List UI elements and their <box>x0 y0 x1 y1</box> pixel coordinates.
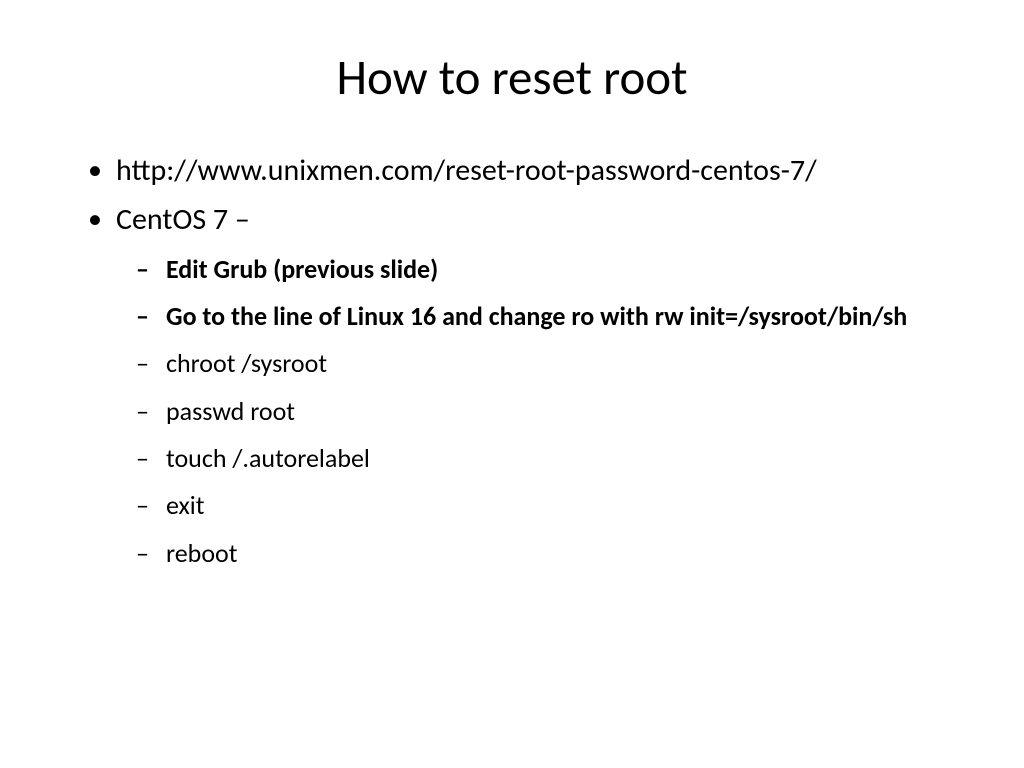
bullet-os: CentOS 7 – Edit Grub (previous slide) Go… <box>78 201 946 570</box>
bullet-list-level1: http://www.unixmen.com/reset-root-passwo… <box>78 152 946 570</box>
bullet-os-label: CentOS 7 – <box>116 201 250 238</box>
slide-title: How to reset root <box>78 48 946 108</box>
step-passwd: passwd root <box>116 394 946 428</box>
step-autorelabel: touch /.autorelabel <box>116 441 946 475</box>
step-chroot: chroot /sysroot <box>116 346 946 380</box>
step-exit: exit <box>116 488 946 522</box>
step-edit-grub: Edit Grub (previous slide) <box>116 252 946 286</box>
step-reboot: reboot <box>116 536 946 570</box>
bullet-list-level2: Edit Grub (previous slide) Go to the lin… <box>116 252 946 570</box>
bullet-url: http://www.unixmen.com/reset-root-passwo… <box>78 152 946 190</box>
step-linux16: Go to the line of Linux 16 and change ro… <box>116 299 946 333</box>
